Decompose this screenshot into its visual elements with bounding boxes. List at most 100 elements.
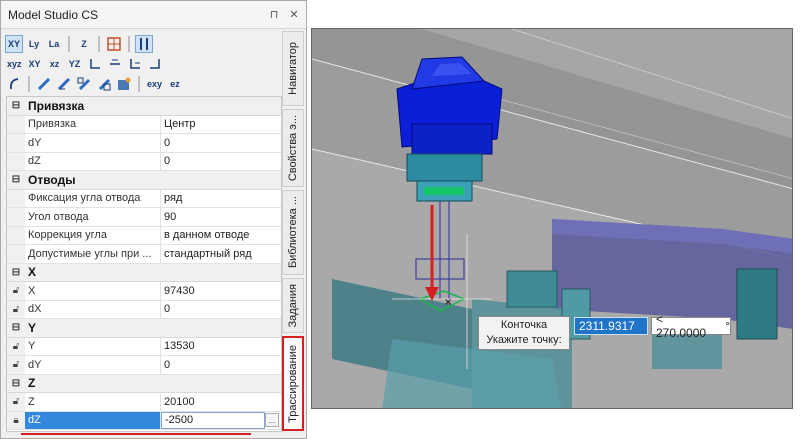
ellipsis-button[interactable]: ... xyxy=(265,413,279,428)
unlock-icon[interactable]: 🔓︎ xyxy=(7,337,25,355)
ortho-grid-icon[interactable] xyxy=(105,35,123,53)
elevation-z-button[interactable]: ez xyxy=(166,75,184,93)
property-row[interactable]: dZ 0 xyxy=(7,152,281,171)
property-name: Угол отвода xyxy=(25,208,161,226)
property-value[interactable]: 0 xyxy=(161,134,281,152)
pin-icon[interactable]: ⊓ xyxy=(266,8,282,21)
property-value[interactable]: 13530 xyxy=(161,338,281,356)
pencil-angle-icon[interactable] xyxy=(55,75,73,93)
collapse-icon[interactable]: ⊟ xyxy=(7,263,25,281)
collapse-icon[interactable]: ⊟ xyxy=(7,374,25,392)
tab-routing[interactable]: Трассирование xyxy=(282,336,304,431)
lock-icon[interactable]: 🔒︎ xyxy=(7,411,25,429)
property-row[interactable]: 🔓︎ dY 0 xyxy=(7,356,281,375)
property-value[interactable]: 90 xyxy=(161,208,281,226)
property-row[interactable]: Коррекция угла в данном отводе xyxy=(7,226,281,245)
export-image-icon[interactable] xyxy=(115,75,133,93)
collapse-icon[interactable]: ⊟ xyxy=(7,319,25,337)
property-row[interactable]: Фиксация угла отвода ряд xyxy=(7,189,281,208)
snap-yz-button[interactable]: YZ xyxy=(66,55,84,73)
property-value[interactable]: 97430 xyxy=(161,282,281,300)
corner-step-icon[interactable] xyxy=(126,55,144,73)
model-viewport[interactable]: × xyxy=(311,28,793,409)
property-row[interactable]: Угол отвода 90 xyxy=(7,208,281,227)
collapse-icon[interactable]: ⊟ xyxy=(7,97,25,115)
property-name: Y xyxy=(25,337,161,355)
property-name: Допустимые углы при ... xyxy=(25,245,161,263)
svg-text:×: × xyxy=(444,297,452,308)
plane-ly-button[interactable]: Ly xyxy=(25,35,43,53)
property-row[interactable]: 🔓︎ Y 13530 xyxy=(7,337,281,356)
property-value[interactable]: ряд xyxy=(161,190,281,208)
curve-icon[interactable] xyxy=(5,75,23,93)
corner-bottom-left-icon[interactable] xyxy=(86,55,104,73)
section-y[interactable]: ⊟ Y xyxy=(7,319,281,338)
property-name: dY xyxy=(25,356,161,374)
snap-xy-button[interactable]: XY xyxy=(26,55,44,73)
toolbar-row-2: xyz XY xz YZ xyxy=(5,53,275,75)
vertical-tabs: Навигатор Свойства э... Библиотека ... З… xyxy=(282,31,306,436)
property-name: X xyxy=(25,282,161,300)
collapse-icon[interactable]: ⊟ xyxy=(7,171,25,189)
section-z[interactable]: ⊟ Z xyxy=(7,374,281,393)
plane-la-button[interactable]: La xyxy=(45,35,63,53)
command-tooltip: Конточка Укажите точку: xyxy=(478,316,570,350)
property-grid: ⊟ Привязка Привязка Центр dY 0 dZ 0 ⊟ От… xyxy=(6,96,282,432)
pencil-box-icon[interactable] xyxy=(95,75,113,93)
tab-tasks[interactable]: Задания xyxy=(282,278,304,333)
pencil-grid-icon[interactable] xyxy=(75,75,93,93)
property-row-selected[interactable]: 🔒︎ dZ -2500 ... xyxy=(7,411,281,430)
toolbar-divider xyxy=(98,36,100,52)
section-x[interactable]: ⊟ X xyxy=(7,263,281,282)
tooltip-line-1: Конточка xyxy=(500,319,548,331)
plane-xy-button[interactable]: XY xyxy=(5,35,23,53)
section-bends[interactable]: ⊟ Отводы xyxy=(7,171,281,190)
property-value[interactable]: 20100 xyxy=(161,393,281,411)
property-name: Коррекция угла xyxy=(25,226,161,244)
toolbar-row-3: exy ez xyxy=(5,73,275,95)
unlock-icon[interactable]: 🔓︎ xyxy=(7,282,25,300)
section-label: X xyxy=(28,265,37,280)
unlock-icon[interactable]: 🔓︎ xyxy=(7,356,25,374)
property-value[interactable]: стандартный ряд xyxy=(161,245,281,263)
tooltip-line-2: Укажите точку: xyxy=(486,334,562,346)
tab-properties[interactable]: Свойства э... xyxy=(282,109,304,187)
toolbar-row-1: XY Ly La Z xyxy=(5,33,275,55)
section-label: Привязка xyxy=(28,98,85,113)
property-row[interactable]: Привязка Центр xyxy=(7,115,281,134)
highlight-underline xyxy=(21,433,251,435)
elevation-xy-button[interactable]: exy xyxy=(145,75,164,93)
angle-input[interactable]: < 270.0000 ° xyxy=(651,312,731,340)
pencil-icon[interactable] xyxy=(35,75,53,93)
snap-xz-button[interactable]: xz xyxy=(46,55,64,73)
dz-value-input[interactable]: -2500 xyxy=(161,411,265,429)
corner-right-icon[interactable] xyxy=(146,55,164,73)
unlock-icon[interactable]: 🔓︎ xyxy=(7,300,25,318)
unlock-icon[interactable]: 🔓︎ xyxy=(7,393,25,411)
close-icon[interactable]: ✕ xyxy=(286,8,302,21)
corner-dash-icon[interactable] xyxy=(106,55,124,73)
snap-xyz-button[interactable]: xyz xyxy=(5,55,24,73)
tab-library[interactable]: Библиотека ... xyxy=(282,190,304,275)
parallel-icon[interactable] xyxy=(135,35,153,53)
property-name: dY xyxy=(25,134,161,152)
model-studio-palette: Model Studio CS ⊓ ✕ XY Ly La Z xyz XY xz… xyxy=(0,0,307,439)
palette-titlebar: Model Studio CS ⊓ ✕ xyxy=(1,1,306,29)
property-row[interactable]: dY 0 xyxy=(7,134,281,153)
distance-input[interactable]: 2311.9317 xyxy=(574,317,648,335)
plane-z-button[interactable]: Z xyxy=(75,35,93,53)
section-snap[interactable]: ⊟ Привязка xyxy=(7,97,281,116)
tab-navigator[interactable]: Навигатор xyxy=(282,31,304,106)
property-value[interactable]: 0 xyxy=(161,301,281,319)
property-name: Привязка xyxy=(25,115,161,133)
property-row[interactable]: 🔓︎ Z 20100 xyxy=(7,393,281,412)
property-value[interactable]: Центр xyxy=(161,116,281,134)
property-value[interactable]: 0 xyxy=(161,153,281,171)
property-row[interactable]: 🔓︎ dX 0 xyxy=(7,300,281,319)
property-row[interactable]: 🔓︎ X 97430 xyxy=(7,282,281,301)
property-row[interactable]: Допустимые углы при ... стандартный ряд xyxy=(7,245,281,264)
property-value[interactable]: 0 xyxy=(161,356,281,374)
section-label: Отводы xyxy=(28,172,76,187)
property-value[interactable]: в данном отводе xyxy=(161,227,281,245)
property-name: Z xyxy=(25,393,161,411)
